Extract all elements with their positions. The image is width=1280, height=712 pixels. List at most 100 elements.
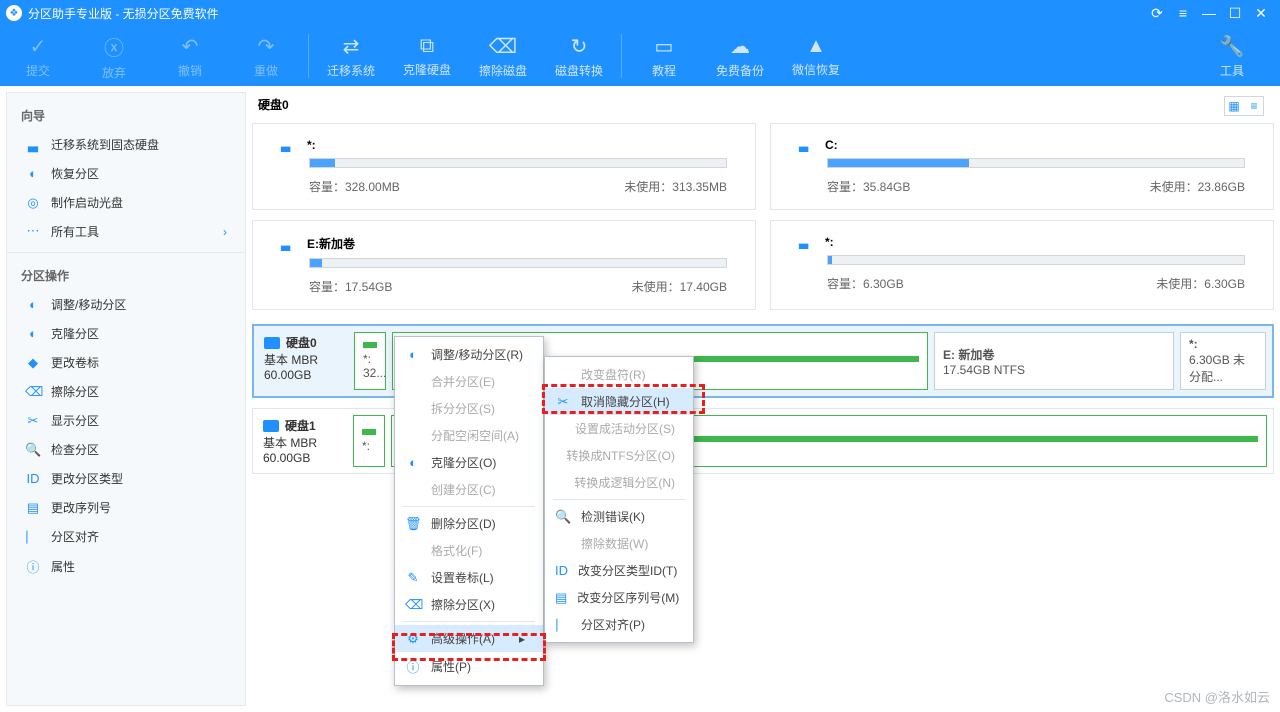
sidebar-op-props[interactable]: ⓘ属性 [7,551,245,582]
menu-item[interactable]: 转换成NTFS分区(O) [545,442,693,469]
check-icon: ✓ [30,34,47,59]
close-button[interactable]: ✕ [1248,5,1274,22]
drive-icon: ▃ [281,237,301,251]
minimize-button[interactable]: — [1196,5,1222,21]
maximize-button[interactable]: ☐ [1222,5,1248,22]
sidebar-op-align[interactable]: ⎸分区对齐 [7,522,245,551]
menu-item[interactable]: 改变盘符(R) [545,361,693,388]
menu-item[interactable]: ▤改变分区序列号(M) [545,584,693,611]
menu-item[interactable]: 设置成活动分区(S) [545,415,693,442]
partition[interactable]: *:6.30GB 未分配... [1180,332,1266,390]
sidebar-op-erase[interactable]: ⌫擦除分区 [7,377,245,406]
chevron-right-icon: › [223,225,227,239]
search-icon: 🔍 [25,442,41,458]
disk-head: 硬盘1 基本 MBR 60.00GB [253,409,353,473]
menu-item[interactable]: ◐克隆分区(O) [395,449,543,476]
undo-icon: ↶ [182,34,199,59]
menu-item[interactable]: 创建分区(C) [395,476,543,503]
menu-item[interactable]: ⌫擦除分区(X) [395,591,543,618]
info-icon: ⓘ [25,557,41,576]
app-logo-icon: ❖ [6,5,22,21]
partition-card[interactable]: ▃C: 容量：35.84GB未使用：23.86GB [770,123,1274,210]
menu-icon: ▤ [555,590,567,606]
wxrecover-button[interactable]: ▲微信恢复 [778,26,854,86]
menu-icon: ✂ [555,394,571,410]
sidebar-wizard-recover[interactable]: ◐恢复分区 [7,159,245,188]
partition[interactable]: E: 新加卷17.54GB NTFS [934,332,1174,390]
undo-button[interactable]: ↶撤销 [152,26,228,86]
commit-button[interactable]: ✓提交 [0,26,76,86]
menu-item[interactable]: ◐调整/移动分区(R) [395,341,543,368]
erase-button[interactable]: ⌫擦除磁盘 [465,26,541,86]
sidebar-op-resize[interactable]: ◐调整/移动分区 [7,290,245,319]
partition[interactable]: *: [353,415,385,467]
menu-separator [403,621,535,622]
menu-separator [403,506,535,507]
cloud-icon: ☁ [730,34,750,59]
cancel-icon: ⓧ [104,32,124,61]
menu-icon: ◐ [405,455,421,470]
list-icon: ≡ [1245,97,1263,115]
menu-item[interactable]: 擦除数据(W) [545,530,693,557]
menu-item[interactable]: 🗑删除分区(D) [395,510,543,537]
toolbar: ✓提交 ⓧ放弃 ↶撤销 ↷重做 ⇄迁移系统 ⧉克隆硬盘 ⌫擦除磁盘 ↻磁盘转换 … [0,26,1280,86]
view-toggle[interactable]: ▦≡ [1224,96,1264,116]
sidebar-wizard-migrate[interactable]: ▃迁移系统到固态硬盘 [7,130,245,159]
menu-item[interactable]: 拆分分区(S) [395,395,543,422]
menu-item[interactable]: ⎸分区对齐(P) [545,611,693,638]
menu-item[interactable]: ID改变分区类型ID(T) [545,557,693,584]
context-submenu: 改变盘符(R)✂取消隐藏分区(H)设置成活动分区(S)转换成NTFS分区(O)转… [544,356,694,643]
tutorial-button[interactable]: ▭教程 [626,26,702,86]
menu-separator [553,499,685,500]
convert-icon: ↻ [571,34,588,59]
disk-label: 硬盘0 [252,92,1274,117]
sidebar-op-check[interactable]: 🔍检查分区 [7,435,245,464]
menu-item[interactable]: ⓘ属性(P) [395,652,543,681]
partition-card[interactable]: ▃*: 容量：328.00MB未使用：313.35MB [252,123,756,210]
menu-item[interactable]: 🔍检测错误(K) [545,503,693,530]
menu-item[interactable]: 转换成逻辑分区(N) [545,469,693,496]
menu-item[interactable]: 合并分区(E) [395,368,543,395]
menu-icon[interactable]: ≡ [1170,5,1196,21]
watermark: CSDN @洛水如云 [1164,687,1270,706]
clone-icon: ⧉ [420,35,434,58]
menu-item[interactable]: 格式化(F) [395,537,543,564]
menu-icon: 🗑 [405,516,421,532]
sidebar: 向导 ▃迁移系统到固态硬盘 ◐恢复分区 ◎制作启动光盘 ⋯所有工具› 分区操作 … [6,92,246,706]
convert-button[interactable]: ↻磁盘转换 [541,26,617,86]
sidebar-op-clone[interactable]: ◐克隆分区 [7,319,245,348]
recover-icon: ◐ [25,166,41,181]
sidebar-wizard-alltools[interactable]: ⋯所有工具› [7,217,245,246]
drive-icon: ▃ [281,138,301,152]
sidebar-op-label[interactable]: ◆更改卷标 [7,348,245,377]
wizard-header: 向导 [7,99,245,130]
recover-icon: ▲ [806,35,826,58]
sidebar-wizard-bootdisk[interactable]: ◎制作启动光盘 [7,188,245,217]
clone-button[interactable]: ⧉克隆硬盘 [389,26,465,86]
drive-icon: ▃ [799,138,819,152]
menu-item[interactable]: ⚙高级操作(A)▸ [395,625,543,652]
wrench-icon: 🔧 [1220,34,1245,59]
partition-card[interactable]: ▃*: 容量：6.30GB未使用：6.30GB [770,220,1274,310]
redo-button[interactable]: ↷重做 [228,26,304,86]
resize-icon: ◐ [25,297,41,312]
partition-card[interactable]: ▃E:新加卷 容量：17.54GB未使用：17.40GB [252,220,756,310]
refresh-icon[interactable]: ⟳ [1144,5,1170,22]
menu-item[interactable]: ✎设置卷标(L) [395,564,543,591]
migrate-button[interactable]: ⇄迁移系统 [313,26,389,86]
cd-icon: ◎ [25,195,41,211]
backup-button[interactable]: ☁免费备份 [702,26,778,86]
menu-icon: ⎸ [555,617,571,633]
sidebar-op-type[interactable]: ID更改分区类型 [7,464,245,493]
menu-item[interactable]: 分配空闲空间(A) [395,422,543,449]
context-menu: ◐调整/移动分区(R)合并分区(E)拆分分区(S)分配空闲空间(A)◐克隆分区(… [394,336,544,686]
sidebar-op-serial[interactable]: ▤更改序列号 [7,493,245,522]
discard-button[interactable]: ⓧ放弃 [76,26,152,86]
sidebar-op-show[interactable]: ✂显示分区 [7,406,245,435]
erase-icon: ⌫ [489,34,517,59]
menu-icon: ID [555,563,568,578]
redo-icon: ↷ [258,34,275,59]
menu-item[interactable]: ✂取消隐藏分区(H) [545,388,693,415]
tools-button[interactable]: 🔧工具 [1194,26,1270,86]
partition[interactable]: *:32... [354,332,386,390]
